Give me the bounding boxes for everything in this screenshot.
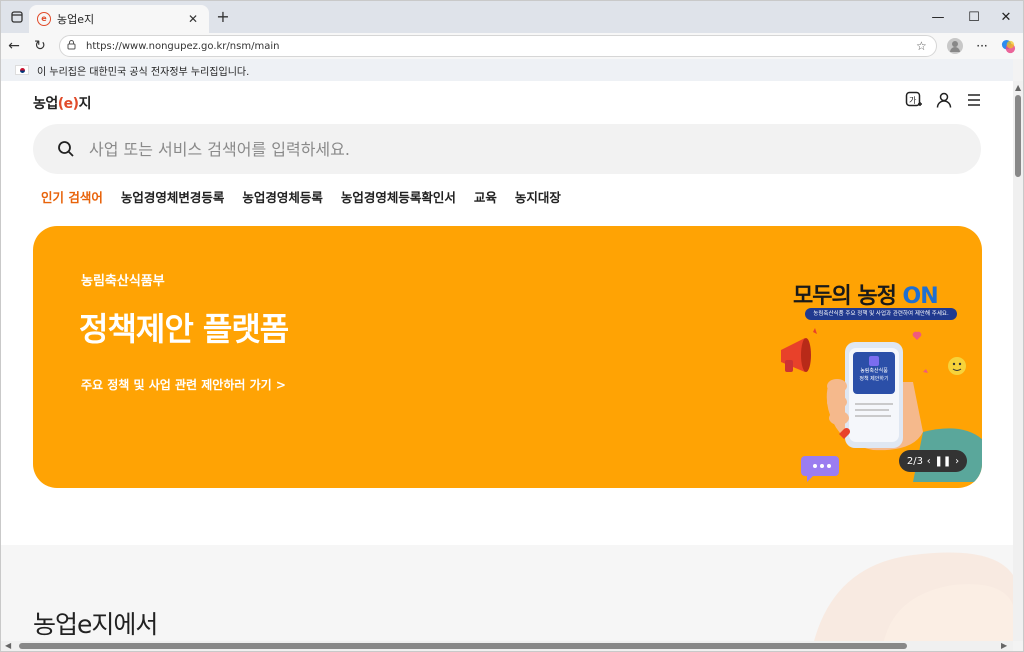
search-bar[interactable] — [33, 124, 981, 174]
site-favicon-icon: e — [37, 12, 51, 26]
copilot-icon[interactable] — [999, 33, 1017, 59]
user-icon[interactable] — [935, 91, 953, 109]
keyword-link[interactable]: 농지대장 — [515, 187, 561, 206]
lock-icon[interactable] — [66, 39, 80, 53]
scroll-left-icon[interactable]: ◀ — [5, 641, 11, 650]
browser-toolbar: ← ↻ https://www.nongupez.go.kr/nsm/main … — [1, 33, 1023, 59]
close-window-icon[interactable]: ✕ — [989, 1, 1023, 33]
menu-icon[interactable] — [965, 91, 983, 109]
address-bar[interactable]: https://www.nongupez.go.kr/nsm/main ☆ — [59, 35, 937, 57]
browser-window: e 농업e지 ✕ + — ☐ ✕ ← ↻ https://www.nongupe… — [0, 0, 1024, 652]
megaphone-icon — [781, 338, 811, 372]
banner-title: 정책제안 플랫폼 — [79, 310, 289, 348]
logo-e: (e) — [57, 96, 79, 112]
close-icon[interactable]: ✕ — [185, 12, 201, 26]
chevron-right-icon[interactable]: › — [955, 456, 959, 467]
browser-tab[interactable]: e 농업e지 ✕ — [29, 5, 209, 33]
section-title: 농업e지에서 — [33, 610, 158, 639]
refresh-icon[interactable]: ↻ — [27, 33, 53, 59]
keyword-link[interactable]: 농업경영체등록 — [242, 187, 323, 206]
url-text[interactable]: https://www.nongupez.go.kr/nsm/main — [86, 41, 916, 52]
language-icon[interactable]: 가 — [905, 91, 923, 109]
svg-text:가: 가 — [909, 96, 917, 105]
header-icons: 가 — [905, 91, 983, 109]
popular-keywords: 인기 검색어 농업경영체변경등록 농업경영체등록 농업경영체등록확인서 교육 농… — [41, 187, 561, 206]
plus-icon[interactable]: + — [213, 7, 233, 27]
tab-title: 농업e지 — [57, 13, 95, 26]
page-content: 농업(e)지 가 인기 검색어 농업경영체변경등록 농업경영체등록 농업경영체등… — [1, 81, 1013, 641]
campaign-on: ON — [902, 284, 939, 309]
scroll-up-icon[interactable]: ▲ — [1015, 83, 1021, 92]
banner-org: 농림축산식품부 — [81, 274, 165, 289]
tab-actions-icon[interactable] — [3, 3, 31, 31]
scroll-right-icon[interactable]: ▶ — [1001, 641, 1007, 650]
campaign-subtitle: 농림축산식품 주요 정책 및 사업과 관련하여 제안해 주세요. — [805, 308, 957, 320]
more-icon[interactable]: ··· — [973, 33, 991, 59]
decorative-shape — [773, 545, 1013, 641]
korea-flag-icon — [15, 65, 29, 75]
back-arrow-icon[interactable]: ← — [1, 33, 27, 59]
vertical-scroll-thumb[interactable] — [1015, 95, 1021, 177]
search-input[interactable] — [89, 139, 789, 159]
chevron-left-icon[interactable]: ‹ — [927, 456, 931, 467]
phone-text: 농림축산식품 — [860, 367, 888, 374]
horizontal-scroll-thumb[interactable] — [19, 643, 907, 649]
keyword-link[interactable]: 교육 — [474, 187, 497, 206]
tab-strip: e 농업e지 ✕ + — ☐ ✕ — [1, 1, 1023, 33]
logo-prefix: 농업 — [33, 96, 58, 112]
banner-pager: 2/3 ‹ ❚❚ › — [899, 450, 967, 472]
campaign-main: 모두의 농정 — [793, 284, 897, 309]
search-icon[interactable] — [57, 140, 75, 158]
promo-banner[interactable]: 농림축산식품부 정책제안 플랫폼 주요 정책 및 사업 관련 제안하러 가기 >… — [33, 226, 982, 488]
site-logo[interactable]: 농업(e)지 — [33, 93, 91, 113]
svg-text:정책 제안하기: 정책 제안하기 — [859, 375, 888, 382]
pause-icon[interactable]: ❚❚ — [935, 456, 952, 467]
campaign-title: 모두의 농정 ON — [793, 278, 939, 310]
popular-label: 인기 검색어 — [41, 190, 103, 205]
minimize-icon[interactable]: — — [921, 1, 955, 33]
horizontal-scrollbar[interactable]: ◀ ▶ — [1, 641, 1013, 651]
gov-notice-bar: 이 누리집은 대한민국 공식 전자정부 누리집입니다. — [1, 59, 1013, 81]
keyword-link[interactable]: 농업경영체등록확인서 — [341, 187, 456, 206]
profile-icon[interactable] — [945, 33, 965, 59]
logo-suffix: 지 — [78, 96, 92, 112]
banner-link[interactable]: 주요 정책 및 사업 관련 제안하러 가기 > — [81, 376, 286, 393]
gov-notice-text: 이 누리집은 대한민국 공식 전자정부 누리집입니다. — [37, 66, 250, 78]
maximize-icon[interactable]: ☐ — [957, 1, 991, 33]
keyword-link[interactable]: 농업경영체변경등록 — [121, 187, 225, 206]
vertical-scrollbar[interactable]: ▲ — [1013, 81, 1023, 641]
star-icon[interactable]: ☆ — [916, 39, 930, 53]
pager-count: 2/3 — [906, 455, 923, 467]
